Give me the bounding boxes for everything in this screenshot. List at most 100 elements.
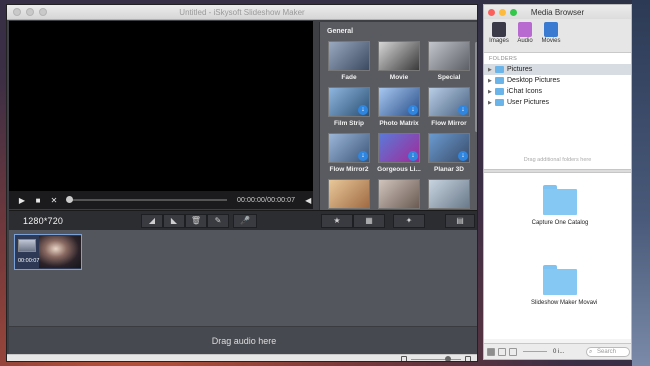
- effect-item[interactable]: Fade: [326, 41, 372, 81]
- media-browser-footer: 0 i... ⌕ Search: [484, 343, 631, 359]
- clip-thumbnail: [39, 236, 81, 268]
- desktop-background: [632, 0, 650, 366]
- effect-item[interactable]: ↓ Film Strip: [326, 87, 372, 127]
- effect-thumbnail: [328, 41, 370, 71]
- grid-view-icon[interactable]: [487, 347, 495, 356]
- effects-panel: General Fade Movie Special ↓ Film Strip ↓ Phot…: [319, 22, 477, 210]
- effect-item[interactable]: [326, 179, 372, 210]
- volume-icon[interactable]: ◀: [305, 196, 311, 205]
- folder-item[interactable]: Capture One Catalog: [531, 185, 589, 226]
- folder-list: ▶ Pictures ▶ Desktop Pictures ▶ iChat Icons ▶ U…: [484, 64, 631, 108]
- time-display: 00:00:00/00:00:07: [237, 196, 296, 204]
- status-bar: [7, 354, 477, 361]
- effect-thumbnail: [378, 41, 420, 71]
- folder-label: User Pictures: [507, 99, 550, 106]
- folder-row[interactable]: ▶ Pictures: [484, 64, 631, 75]
- edit-button[interactable]: ✎: [207, 214, 229, 228]
- record-button[interactable]: 🎤: [233, 214, 257, 228]
- effect-label: Special: [437, 74, 461, 81]
- effect-thumbnail: [428, 41, 470, 71]
- effect-item[interactable]: [426, 179, 472, 210]
- folder-row[interactable]: ▶ Desktop Pictures: [484, 75, 631, 86]
- effect-label: Film Strip: [334, 120, 364, 127]
- download-icon[interactable]: ↓: [358, 151, 368, 161]
- disclosure-triangle-icon[interactable]: ▶: [488, 78, 495, 84]
- disclosure-triangle-icon[interactable]: ▶: [488, 100, 495, 106]
- thumbnail-size-slider[interactable]: [523, 351, 547, 352]
- download-icon[interactable]: ↓: [358, 105, 368, 115]
- stop-button[interactable]: ■: [33, 196, 43, 205]
- folder-icon: [495, 77, 504, 84]
- effect-item[interactable]: Special: [426, 41, 472, 81]
- tab-images[interactable]: Images: [488, 19, 510, 52]
- zoom-in-icon[interactable]: [465, 356, 471, 361]
- effects-grid: Fade Movie Special ↓ Film Strip ↓ Photo Matrix…: [320, 38, 477, 210]
- folder-row[interactable]: ▶ User Pictures: [484, 97, 631, 108]
- export-button[interactable]: ▤: [445, 214, 475, 228]
- theme-button[interactable]: ★: [321, 214, 353, 228]
- disclosure-triangle-icon[interactable]: ▶: [488, 89, 495, 95]
- folder-item[interactable]: Slideshow Maker Movavi: [531, 265, 597, 306]
- folder-label: Pictures: [507, 66, 533, 73]
- column-view-icon[interactable]: [509, 347, 517, 356]
- list-view-icon[interactable]: [498, 347, 506, 356]
- folder-label: Desktop Pictures: [507, 77, 560, 84]
- tab-label: Images: [489, 38, 509, 44]
- effect-item[interactable]: ↓ Flow Mirror2: [326, 133, 372, 173]
- download-icon[interactable]: ↓: [408, 151, 418, 161]
- search-icon: ⌕: [589, 348, 593, 355]
- download-icon[interactable]: ↓: [458, 105, 468, 115]
- folder-item-label: Capture One Catalog: [531, 220, 589, 226]
- tab-audio[interactable]: Audio: [514, 19, 536, 52]
- close-preview-button[interactable]: ✕: [49, 196, 59, 205]
- effect-item[interactable]: ↓ Photo Matrix: [376, 87, 422, 127]
- effect-label: Flow Mirror: [431, 120, 467, 127]
- edit-toolbar: 1280*720 ◢ ◣ 🗑 ✎ 🎤 ★ ▦ ✦ ▤: [9, 210, 477, 230]
- effect-thumbnail: ↓: [428, 87, 470, 117]
- download-icon[interactable]: ↓: [458, 151, 468, 161]
- effect-item[interactable]: ↓ Gorgeous Li...: [376, 133, 422, 173]
- images-icon: [492, 22, 506, 37]
- seek-bar[interactable]: [66, 196, 227, 203]
- movies-icon: [544, 22, 558, 37]
- effect-thumbnail: [328, 179, 370, 209]
- audio-drop-hint: Drag audio here: [211, 336, 277, 346]
- delete-button[interactable]: 🗑: [185, 214, 207, 228]
- effect-thumbnail: [428, 179, 470, 209]
- media-browser-title: Media Browser: [530, 7, 585, 17]
- disclosure-triangle-icon[interactable]: ▶: [488, 67, 495, 73]
- effect-label: Flow Mirror2: [329, 166, 369, 173]
- window-titlebar: Untitled - iSkysoft Slideshow Maker: [7, 5, 477, 20]
- effect-item[interactable]: ↓ Planar 3D: [426, 133, 472, 173]
- zoom-out-icon[interactable]: [401, 356, 407, 361]
- rotate-left-button[interactable]: ◢: [141, 214, 163, 228]
- zoom-slider[interactable]: [411, 356, 461, 361]
- clip-transition-thumbnail: [18, 239, 36, 252]
- effect-thumbnail: ↓: [428, 133, 470, 163]
- transition-button[interactable]: ▦: [353, 214, 385, 228]
- effects-scrollbar[interactable]: [475, 42, 477, 132]
- media-browser-window: Media Browser Images Audio Movies FOLDERS …: [483, 4, 632, 360]
- effect-thumbnail: [378, 179, 420, 209]
- video-preview: [9, 21, 313, 191]
- audio-drop-zone[interactable]: Drag audio here: [9, 326, 477, 354]
- effect-item[interactable]: [376, 179, 422, 210]
- play-button[interactable]: ▶: [17, 196, 27, 205]
- download-icon[interactable]: ↓: [408, 105, 418, 115]
- timeline-clip[interactable]: 00:00:07: [14, 234, 82, 270]
- effect-item[interactable]: Movie: [376, 41, 422, 81]
- folder-label: iChat Icons: [507, 88, 543, 95]
- tab-movies[interactable]: Movies: [540, 19, 562, 52]
- effect-item[interactable]: ↓ Flow Mirror: [426, 87, 472, 127]
- effect-label: Movie: [389, 74, 409, 81]
- effects-group-title: General: [327, 28, 354, 35]
- resolution-label: 1280*720: [23, 216, 64, 226]
- folder-row[interactable]: ▶ iChat Icons: [484, 86, 631, 97]
- zoom-slider-knob[interactable]: [445, 356, 451, 361]
- rotate-right-button[interactable]: ◣: [163, 214, 185, 228]
- effect-thumbnail: ↓: [328, 87, 370, 117]
- music-button[interactable]: ✦: [393, 214, 425, 228]
- search-placeholder: Search: [597, 348, 617, 355]
- search-input[interactable]: ⌕ Search: [586, 346, 630, 357]
- seek-knob[interactable]: [66, 196, 73, 203]
